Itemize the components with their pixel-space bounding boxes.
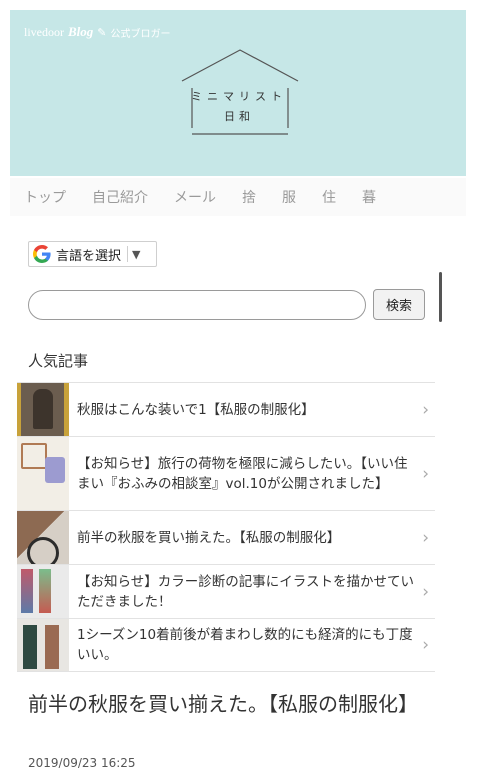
- nav-item-home[interactable]: 住: [309, 187, 349, 207]
- popular-articles-list: 秋服はこんな装いで1【私服の制服化】 › 【お知らせ】旅行の荷物を極限に減らした…: [17, 382, 435, 672]
- nav-item-discard[interactable]: 捨: [229, 187, 269, 207]
- popular-article-item[interactable]: 前半の秋服を買い揃えた。【私服の制服化】 ›: [17, 510, 435, 564]
- popular-article-title: 1シーズン10着前後が着まわし数的にも経済的にも丁度いい。: [77, 627, 413, 663]
- feather-icon: ✎: [97, 25, 107, 39]
- popular-article-title: 【お知らせ】カラー診断の記事にイラストを描かせていただきました！: [77, 573, 414, 610]
- scrollbar[interactable]: [439, 272, 442, 322]
- nav-item-mail[interactable]: メール: [161, 187, 229, 207]
- search-input[interactable]: [28, 290, 366, 320]
- logo-title-line2: 日和: [224, 110, 254, 123]
- popular-article-title: 【お知らせ】旅行の荷物を極限に減らしたい。【いい住まい『おふみの相談室』vol.…: [77, 455, 408, 492]
- logo-title-line1: ミニマリスト: [191, 90, 287, 103]
- nav-item-clothes[interactable]: 服: [269, 187, 309, 207]
- dropdown-arrow-icon: ▼: [132, 247, 141, 261]
- article-thumbnail: [17, 511, 69, 564]
- chevron-right-icon: ›: [422, 581, 429, 602]
- article-date: 2019/09/23 16:25: [28, 756, 136, 768]
- chevron-right-icon: ›: [422, 635, 429, 655]
- google-g-icon: [33, 245, 51, 263]
- popular-article-title: 前半の秋服を買い揃えた。【私服の制服化】: [77, 529, 341, 546]
- global-nav: トップ 自己紹介 メール 捨 服 住 暮: [10, 178, 466, 216]
- popular-article-item[interactable]: 1シーズン10着前後が着まわし数的にも経済的にも丁度いい。 ›: [17, 618, 435, 672]
- article-thumbnail: [17, 383, 69, 436]
- popular-articles-heading: 人気記事: [28, 352, 89, 370]
- article-thumbnail: [17, 437, 69, 510]
- popular-article-item[interactable]: 秋服はこんな装いで1【私服の制服化】 ›: [17, 382, 435, 436]
- livedoor-blog-brand[interactable]: livedoor Blog ✎ 公式ブロガー: [24, 24, 171, 40]
- popular-article-item[interactable]: 【お知らせ】カラー診断の記事にイラストを描かせていただきました！ ›: [17, 564, 435, 618]
- chevron-right-icon: ›: [422, 399, 429, 420]
- article-thumbnail: [17, 619, 69, 671]
- language-select-label: 言語を選択: [56, 248, 122, 264]
- article-title[interactable]: 前半の秋服を買い揃えた。【私服の制服化】: [28, 690, 428, 718]
- language-select[interactable]: 言語を選択 ▼: [28, 241, 157, 267]
- brand-blog-text: Blog: [68, 24, 94, 39]
- search-button[interactable]: 検索: [373, 289, 425, 320]
- chevron-right-icon: ›: [422, 527, 429, 548]
- blog-header[interactable]: livedoor Blog ✎ 公式ブロガー ミニマリスト 日和: [10, 10, 466, 176]
- article-thumbnail: [17, 565, 69, 618]
- popular-article-title: 秋服はこんな装いで1【私服の制服化】: [77, 401, 315, 418]
- chevron-right-icon: ›: [422, 463, 429, 484]
- select-divider: [127, 246, 129, 262]
- brand-official-text: 公式ブロガー: [110, 28, 171, 40]
- popular-article-item[interactable]: 【お知らせ】旅行の荷物を極限に減らしたい。【いい住まい『おふみの相談室』vol.…: [17, 436, 435, 510]
- nav-item-profile[interactable]: 自己紹介: [79, 187, 161, 207]
- nav-item-top[interactable]: トップ: [10, 187, 79, 207]
- brand-livedoor-text: livedoor: [24, 24, 64, 39]
- nav-item-living[interactable]: 暮: [349, 187, 389, 207]
